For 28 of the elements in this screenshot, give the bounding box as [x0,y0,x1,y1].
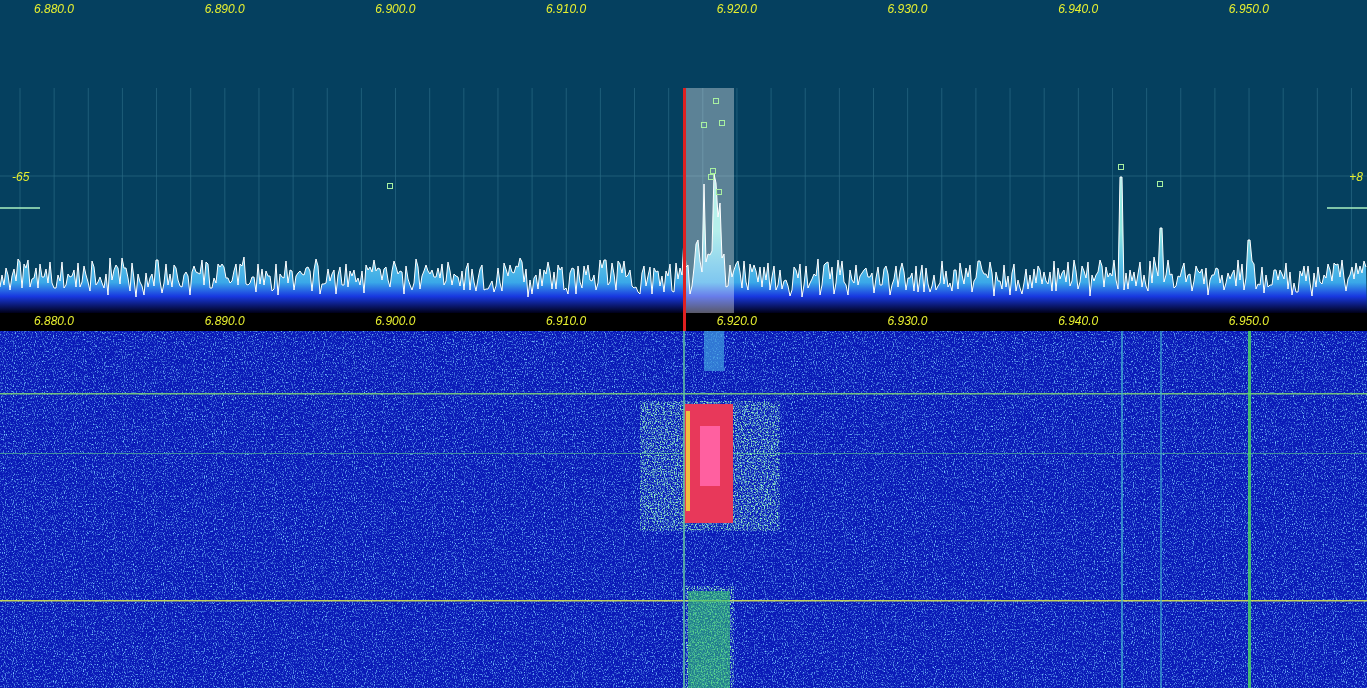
frequency-label: 6.890.0 [204,314,245,328]
frequency-label: 6.900.0 [375,2,416,16]
frequency-label: 6.940.0 [1058,2,1099,16]
frequency-label: 6.930.0 [887,2,928,16]
frequency-label: 6.910.0 [546,2,587,16]
frequency-label: 6.880.0 [34,2,74,16]
frequency-label: 6.920.0 [716,314,757,328]
level-label: +8 [1349,170,1363,184]
frequency-label: 6.950.0 [1228,2,1269,16]
frequency-label: 6.880.0 [34,314,74,328]
level-marker-line [1326,207,1367,209]
peak-marker [713,98,719,104]
frequency-label: 6.930.0 [887,314,928,328]
level-marker-line [0,207,41,209]
frequency-label: 6.900.0 [375,314,416,328]
peak-marker [1157,181,1163,187]
frequency-label: 6.910.0 [546,314,587,328]
frequency-label: 6.920.0 [716,2,757,16]
frequency-label: 6.950.0 [1228,314,1269,328]
peak-marker [387,183,393,189]
peak-marker [701,122,707,128]
peak-marker [1118,164,1124,170]
frequency-label: 6.940.0 [1058,314,1099,328]
peak-marker [716,189,722,195]
passband-highlight[interactable] [685,88,734,313]
peak-marker [719,120,725,126]
frequency-label: 6.890.0 [204,2,245,16]
level-label: -65 [12,170,30,184]
